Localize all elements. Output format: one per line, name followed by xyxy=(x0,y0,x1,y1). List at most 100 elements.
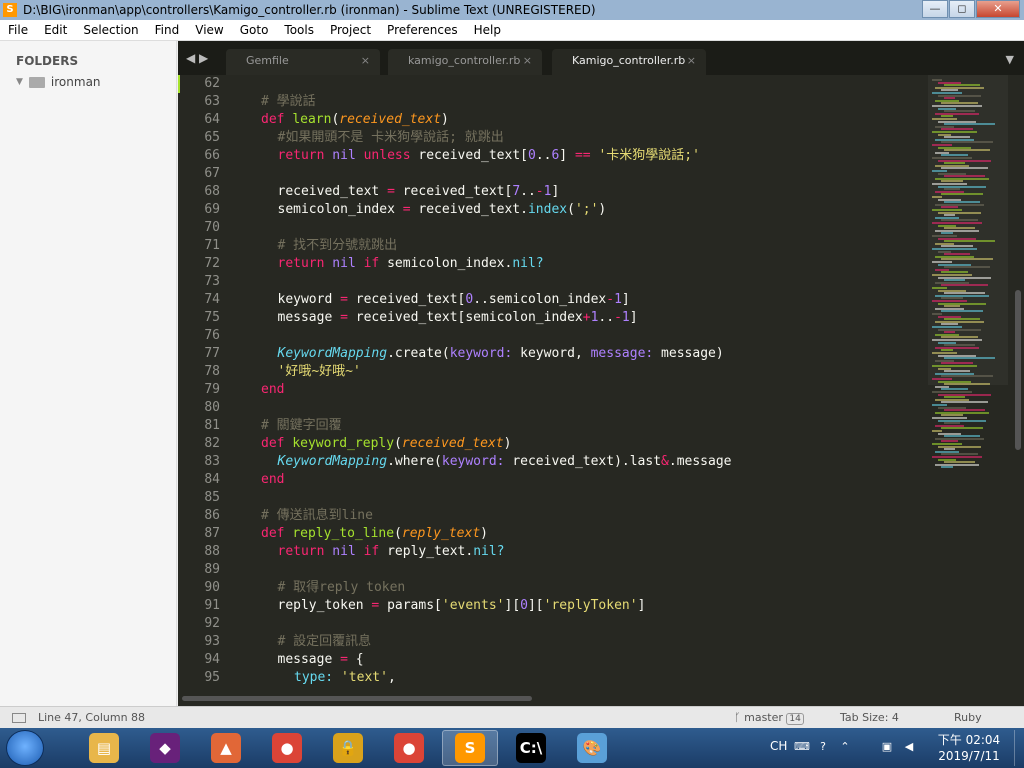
code-token: - xyxy=(535,184,544,199)
volume-icon[interactable]: ◀ xyxy=(902,740,916,754)
syntax-mode[interactable]: Ruby xyxy=(954,711,982,724)
minimap-line xyxy=(941,284,988,287)
code-line[interactable] xyxy=(261,273,928,291)
code-line[interactable]: def keyword_reply(received_text) xyxy=(261,435,928,453)
menu-preferences[interactable]: Preferences xyxy=(379,23,466,37)
code-line[interactable]: end xyxy=(261,471,928,489)
menu-file[interactable]: File xyxy=(0,23,36,37)
show-desktop-button[interactable] xyxy=(1014,730,1024,766)
tab-kamigo-controller-active[interactable]: Kamigo_controller.rb × xyxy=(552,49,706,75)
code-line[interactable]: return nil unless received_text[0..6] ==… xyxy=(261,147,928,165)
code-line[interactable]: message = received_text[semicolon_index+… xyxy=(261,309,928,327)
code-line[interactable]: KeywordMapping.create(keyword: keyword, … xyxy=(261,345,928,363)
code-line[interactable]: def learn(received_text) xyxy=(261,111,928,129)
line-number-gutter: 62 63 64 65 66 67 68 69 70 71 72 73 74 75 76 77 78 79 80 81… xyxy=(178,75,233,690)
folder-item-ironman[interactable]: ▼ ironman xyxy=(16,75,101,89)
code-line[interactable]: semicolon_index = received_text.index(';… xyxy=(261,201,928,219)
tab-kamigo-controller[interactable]: kamigo_controller.rb × xyxy=(388,49,542,75)
taskbar-app[interactable]: ◆ xyxy=(137,730,193,766)
menu-view[interactable]: View xyxy=(187,23,231,37)
horizontal-scrollbar[interactable] xyxy=(178,690,1024,706)
vertical-scroll-thumb[interactable] xyxy=(1015,290,1021,450)
clock[interactable]: 下午 02:04 2019/7/11 xyxy=(934,732,1004,764)
minimap[interactable] xyxy=(928,75,1024,690)
code-token: nil xyxy=(332,256,356,271)
keyboard-icon[interactable]: ⌨ xyxy=(794,740,810,754)
code-line[interactable]: # 學說話 xyxy=(261,93,928,111)
menu-goto[interactable]: Goto xyxy=(232,23,277,37)
menu-tools[interactable]: Tools xyxy=(276,23,322,37)
code-line[interactable] xyxy=(261,561,928,579)
code-line[interactable] xyxy=(261,489,928,507)
menu-find[interactable]: Find xyxy=(147,23,188,37)
taskbar-app[interactable]: C:\ xyxy=(503,730,559,766)
vertical-scrollbar[interactable] xyxy=(1012,75,1024,690)
menu-selection[interactable]: Selection xyxy=(75,23,146,37)
network-icon[interactable]: ▣ xyxy=(880,740,894,754)
code-line[interactable]: return nil if reply_text.nil? xyxy=(261,543,928,561)
code-line[interactable]: '好哦~好哦~' xyxy=(261,363,928,381)
taskbar-app[interactable]: ● xyxy=(381,730,437,766)
expand-triangle-icon[interactable]: ▼ xyxy=(16,77,23,87)
code-token: received_text. xyxy=(410,202,528,217)
code-line[interactable]: # 關鍵字回覆 xyxy=(261,417,928,435)
code-line[interactable]: #如果開頭不是 卡米狗學說話; 就跳出 xyxy=(261,129,928,147)
code-token: = xyxy=(387,184,395,199)
code-line[interactable]: keyword = received_text[0..semicolon_ind… xyxy=(261,291,928,309)
branch-icon: ᚴ xyxy=(734,711,741,724)
taskbar-app[interactable]: S xyxy=(442,730,498,766)
code-line[interactable]: KeywordMapping.where(keyword: received_t… xyxy=(261,453,928,471)
code-line[interactable]: received_text = received_text[7..-1] xyxy=(261,183,928,201)
minimize-button[interactable]: — xyxy=(922,0,948,18)
code-line[interactable]: message = { xyxy=(261,651,928,669)
tab-close-icon[interactable]: × xyxy=(687,49,696,73)
git-status[interactable]: ᚴ master 14 xyxy=(734,711,804,725)
close-button[interactable]: ✕ xyxy=(976,0,1020,18)
start-button[interactable] xyxy=(6,730,44,766)
taskbar-app[interactable]: ▤ xyxy=(76,730,132,766)
tab-close-icon[interactable]: × xyxy=(361,49,370,73)
tab-close-icon[interactable]: × xyxy=(523,49,532,73)
tab-dropdown-icon[interactable]: ▼ xyxy=(1006,53,1014,66)
code-editor[interactable]: 62 63 64 65 66 67 68 69 70 71 72 73 74 75 76 77 78 79 80 81… xyxy=(178,75,928,690)
code-line[interactable]: type: 'text', xyxy=(261,669,928,687)
tab-nav-arrows[interactable]: ◀ ▶ xyxy=(186,51,208,65)
code-line[interactable] xyxy=(261,219,928,237)
panel-toggle-icon[interactable] xyxy=(12,712,26,723)
menu-edit[interactable]: Edit xyxy=(36,23,75,37)
maximize-button[interactable]: ◻ xyxy=(949,0,975,18)
code-line[interactable] xyxy=(261,165,928,183)
code-line[interactable] xyxy=(261,75,928,93)
code-line[interactable]: def reply_to_line(reply_text) xyxy=(261,525,928,543)
line-number: 66 xyxy=(204,148,220,163)
taskbar-app[interactable]: 🔒 xyxy=(320,730,376,766)
code-line[interactable] xyxy=(261,327,928,345)
code-line[interactable]: return nil if semicolon_index.nil? xyxy=(261,255,928,273)
line-number: 93 xyxy=(204,634,220,649)
code-line[interactable]: # 設定回覆訊息 xyxy=(261,633,928,651)
taskbar-app[interactable]: 🎨 xyxy=(564,730,620,766)
code-line[interactable]: # 傳送訊息到line xyxy=(261,507,928,525)
menu-project[interactable]: Project xyxy=(322,23,379,37)
tray-expand-icon[interactable]: ⌃ xyxy=(838,740,852,754)
taskbar-app[interactable]: ● xyxy=(259,730,315,766)
code-line[interactable]: # 找不到分號就跳出 xyxy=(261,237,928,255)
code-token: ] xyxy=(637,598,646,613)
code-line[interactable] xyxy=(261,399,928,417)
code-area[interactable]: # 學說話 def learn(received_text) #如果開頭不是 卡米狗… xyxy=(261,75,928,690)
menu-help[interactable]: Help xyxy=(466,23,509,37)
code-line[interactable]: end xyxy=(261,381,928,399)
code-token: unless xyxy=(355,148,419,163)
code-line[interactable] xyxy=(261,615,928,633)
taskbar-app[interactable]: ▲ xyxy=(198,730,254,766)
code-token: KeywordMapping xyxy=(277,346,388,361)
code-token: 0 xyxy=(465,292,474,307)
code-token: = xyxy=(402,202,411,217)
code-line[interactable]: # 取得reply token xyxy=(261,579,928,597)
tab-size[interactable]: Tab Size: 4 xyxy=(840,711,899,724)
tab-gemfile[interactable]: Gemfile × xyxy=(226,49,380,75)
code-line[interactable]: reply_token = params['events'][0]['reply… xyxy=(261,597,928,615)
horizontal-scroll-thumb[interactable] xyxy=(182,696,532,701)
language-indicator[interactable]: CH xyxy=(770,739,787,753)
help-icon[interactable]: ? xyxy=(816,740,830,754)
